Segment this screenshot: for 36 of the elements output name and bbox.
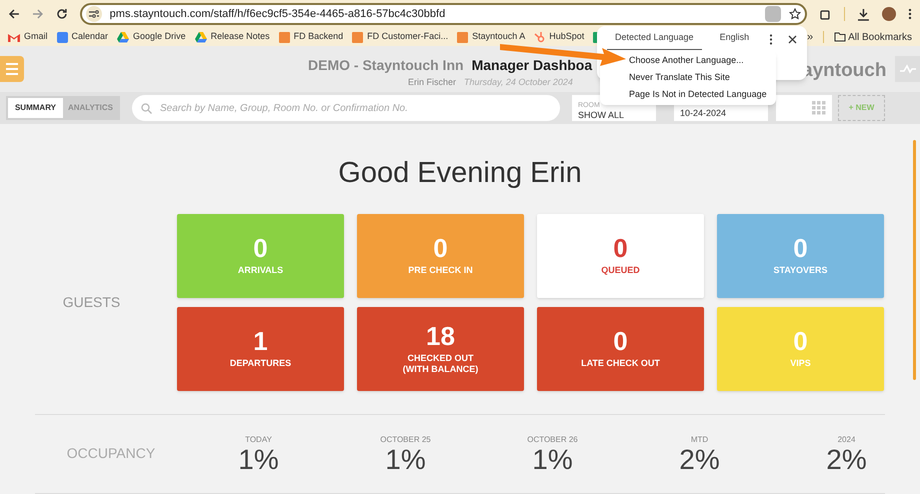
tile-count: 0 [433, 235, 448, 261]
tile-label: PRE CHECK IN [408, 265, 473, 276]
tile-count: 0 [793, 235, 808, 261]
date-value: 10-24-2024 [680, 106, 726, 120]
tile-label: QUEUED [601, 265, 640, 276]
user-name: Erin Fischer [408, 76, 456, 89]
tile-label: DEPARTURES [230, 358, 292, 369]
occupancy-value: 2% [826, 446, 867, 474]
property-title: DEMO - Stayntouch Inn [308, 56, 464, 75]
greeting: Good Evening Erin [337, 156, 583, 191]
business-date: Thursday, 24 October 2024 [464, 76, 573, 89]
section-label: OCCUPANCY [66, 444, 156, 463]
occupancy-value: 1% [385, 446, 426, 474]
url-text: pms.stayntouch.com/staff/h/f6ec9cf5-354e-4465-a816-57bc4c30bbfd [110, 6, 446, 22]
section-label: GUESTS [62, 292, 120, 312]
tile-count: 1 [253, 328, 268, 354]
tile-label: CHECKED OUT (WITH BALANCE) [402, 352, 478, 374]
tile-count: 0 [793, 328, 808, 354]
tile-count: 0 [613, 235, 628, 261]
period-label: OCTOBER 25 [380, 434, 431, 446]
occupancy-value: 1% [532, 446, 573, 474]
period-label: 2024 [838, 434, 856, 446]
tile-label: VIPS [790, 358, 811, 369]
period-label: TODAY [245, 434, 272, 446]
occupancy-value: 2% [679, 446, 720, 474]
tile-count: 0 [613, 328, 628, 354]
room-filter-value: SHOW ALL [578, 111, 624, 120]
tile-count: 18 [426, 322, 455, 348]
tile-label: STAYOVERS [773, 265, 828, 276]
tile-label: LATE CHECK OUT [581, 358, 660, 369]
period-label: MTD [690, 434, 708, 446]
period-label: OCTOBER 26 [527, 434, 578, 446]
tile-label: ARRIVALS [238, 265, 284, 276]
page-title: Manager Dashboa [472, 56, 592, 75]
occupancy-value: 1% [238, 446, 279, 474]
tile-count: 0 [253, 235, 268, 261]
